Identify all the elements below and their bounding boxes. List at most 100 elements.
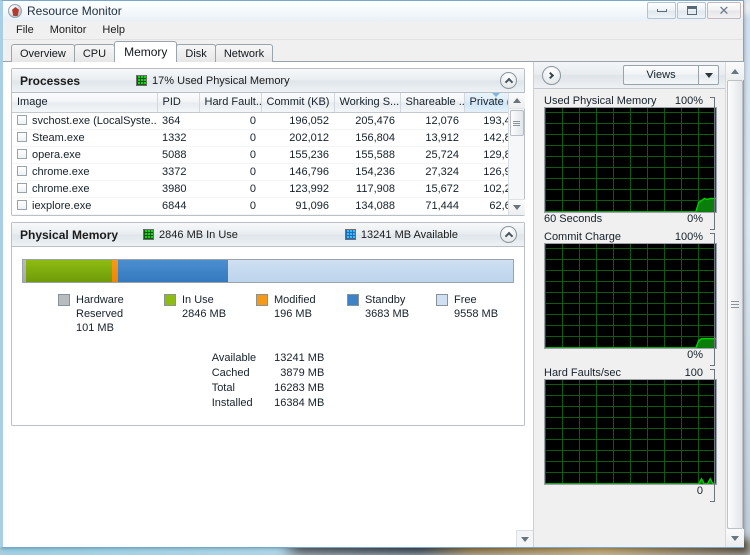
window-title: Resource Monitor — [27, 4, 122, 18]
modified-swatch-icon — [256, 294, 268, 306]
tab-overview[interactable]: Overview — [11, 44, 75, 62]
row-checkbox[interactable] — [17, 165, 27, 176]
views-dropdown[interactable]: Views — [623, 65, 719, 85]
row-checkbox[interactable] — [17, 199, 27, 210]
triangle-down-icon — [521, 536, 529, 542]
in-use-label: 2846 MB In Use — [159, 228, 238, 241]
title-bar[interactable]: Resource Monitor ✕ — [3, 1, 743, 21]
cell-image: chrome.exe — [12, 214, 157, 215]
views-label: Views — [646, 69, 676, 81]
cell-pid: 3980 — [157, 180, 199, 198]
column-header-commit[interactable]: Commit (KB) — [261, 93, 335, 113]
cell-shareable: 25,724 — [400, 146, 464, 164]
scroll-down-button[interactable] — [508, 199, 525, 215]
physical-memory-collapse-button[interactable] — [500, 226, 517, 243]
tab-disk[interactable]: Disk — [176, 44, 216, 62]
row-checkbox[interactable] — [17, 114, 27, 125]
cell-hard-faults: 0 — [199, 112, 261, 130]
bar-segment-in-use — [25, 260, 112, 282]
left-pane-scroll-down-button[interactable] — [516, 530, 533, 547]
minimize-button[interactable] — [647, 2, 676, 19]
menu-item-help[interactable]: Help — [95, 22, 132, 38]
expand-panel-button[interactable] — [542, 65, 561, 85]
right-panel-scrollbar[interactable] — [725, 62, 744, 547]
physical-memory-header[interactable]: Physical Memory 2846 MB In Use 13241 MB … — [12, 223, 524, 247]
processes-table-body: svchost.exe (LocalSyste... 364 0 196,052… — [12, 112, 508, 215]
green-graph-icon — [143, 229, 155, 240]
cell-working-set: 117,908 — [334, 180, 400, 198]
grip-line — [730, 301, 739, 302]
tab-network[interactable]: Network — [214, 44, 274, 62]
graph-xlabel: 60 Seconds — [544, 213, 603, 225]
tab-cpu[interactable]: CPU — [73, 44, 116, 62]
table-row[interactable]: Steam.exe 1332 0 202,012 156,804 13,912 … — [12, 129, 508, 147]
grip-line — [730, 307, 739, 308]
cell-working-set: 154,236 — [334, 163, 400, 181]
window-body: Processes 17% Used Physical Memory Image… — [3, 62, 744, 547]
cell-pid: 7456 — [157, 214, 199, 215]
views-dropdown-arrow[interactable] — [698, 66, 718, 84]
cell-commit: 155,236 — [261, 146, 334, 164]
scroll-down-button[interactable] — [725, 529, 744, 547]
column-header-hard-faults[interactable]: Hard Fault... — [199, 93, 262, 113]
graph-title: Used Physical Memory — [544, 95, 657, 107]
processes-header[interactable]: Processes 17% Used Physical Memory — [12, 69, 524, 93]
chevron-up-icon — [504, 231, 513, 240]
cell-shareable: 27,324 — [400, 163, 464, 181]
menu-item-monitor[interactable]: Monitor — [43, 22, 94, 38]
resource-monitor-icon — [8, 4, 22, 18]
column-header-shareable[interactable]: Shareable ... — [400, 93, 465, 113]
cell-private: 142,892 — [464, 129, 508, 147]
memory-statistics: Available 13241 MB Cached 3879 MB Total … — [22, 351, 514, 411]
tab-memory[interactable]: Memory — [114, 41, 178, 62]
row-checkbox[interactable] — [17, 131, 27, 142]
stat-row-total: Total 16283 MB — [212, 381, 325, 396]
column-header-image[interactable]: Image — [12, 93, 158, 113]
cell-commit: 60,712 — [261, 214, 334, 215]
table-row[interactable]: iexplore.exe 6844 0 91,096 134,088 71,44… — [12, 197, 508, 215]
stat-row-cached: Cached 3879 MB — [212, 366, 325, 381]
column-header-working-set[interactable]: Working S... — [334, 93, 401, 113]
scrollbar-thumb[interactable] — [726, 80, 743, 529]
table-row[interactable]: chrome.exe 3372 0 146,796 154,236 27,324… — [12, 163, 508, 181]
legend-item-standby: Standby 3683 MB — [347, 293, 436, 335]
window-controls: ✕ — [647, 2, 741, 19]
in-use-legend: 2846 MB In Use — [143, 229, 238, 241]
scroll-up-button[interactable] — [725, 62, 744, 80]
graph-bottom-labels: 0% — [544, 349, 717, 361]
close-button[interactable]: ✕ — [707, 2, 741, 19]
column-header-pid[interactable]: PID — [157, 93, 200, 113]
table-row[interactable]: opera.exe 5088 0 155,236 155,588 25,724 … — [12, 146, 508, 164]
scrollbar-thumb[interactable] — [509, 110, 524, 136]
stat-key: Total — [211, 382, 235, 394]
chevron-right-icon — [546, 71, 555, 79]
table-row[interactable]: svchost.exe (LocalSyste... 364 0 196,052… — [12, 112, 508, 130]
physical-memory-title: Physical Memory — [20, 227, 119, 242]
minimize-icon — [656, 9, 667, 12]
cell-hard-faults: 0 — [199, 129, 261, 147]
row-checkbox[interactable] — [17, 148, 27, 159]
cell-pid: 1332 — [157, 129, 199, 147]
green-graph-icon — [136, 75, 148, 86]
row-checkbox[interactable] — [17, 182, 27, 193]
scroll-up-button[interactable] — [508, 93, 525, 109]
cell-image: svchost.exe (LocalSyste... — [12, 112, 157, 130]
table-row[interactable]: chrome.exe 3980 0 123,992 117,908 15,672… — [12, 180, 508, 198]
maximize-button[interactable] — [677, 2, 706, 19]
graph-bottom-labels: 60 Seconds 0% — [544, 213, 717, 225]
stat-value: 13241 MB — [274, 352, 325, 364]
free-swatch-icon — [436, 294, 448, 306]
graph-series-2 — [545, 477, 716, 484]
column-header-private[interactable]: Private (KB) — [464, 93, 508, 113]
table-row[interactable]: chrome.exe 7456 0 60,712 60,928 8,880 52… — [12, 214, 508, 215]
menu-item-file[interactable]: File — [9, 22, 41, 38]
cell-hard-faults: 0 — [199, 214, 261, 215]
legend-item-modified: Modified 196 MB — [256, 293, 347, 335]
memory-statistics-table: Available 13241 MB Cached 3879 MB Total … — [212, 351, 325, 411]
processes-collapse-button[interactable] — [500, 72, 517, 89]
graph-ymax-label: 100% — [674, 231, 703, 243]
menu-bar: File Monitor Help — [3, 21, 743, 40]
standby-swatch-icon — [347, 294, 359, 306]
scrollbar-track[interactable] — [726, 80, 744, 529]
process-list-scrollbar[interactable] — [508, 93, 525, 215]
